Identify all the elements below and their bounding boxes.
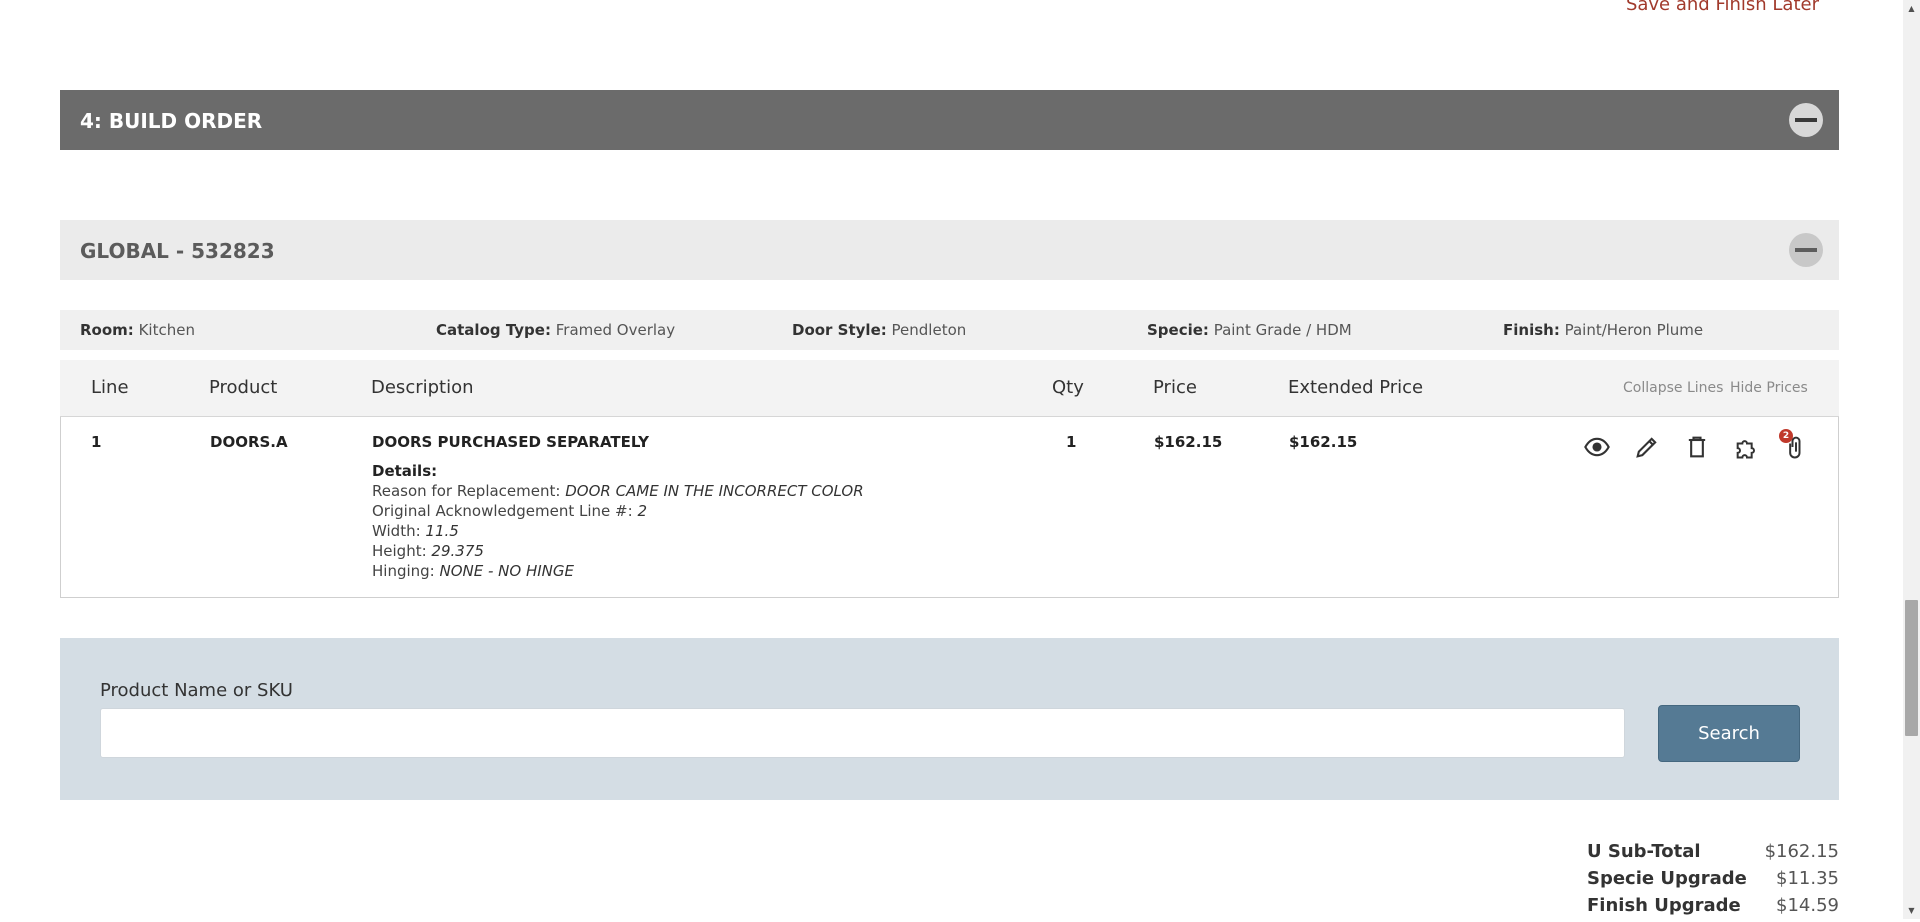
row-details: Details: Reason for Replacement: DOOR CA…	[372, 461, 864, 581]
door-style-info: Door Style: Pendleton	[792, 321, 966, 339]
collapse-lines-link[interactable]: Collapse Lines	[1623, 380, 1723, 396]
group-section-header[interactable]: GLOBAL - 532823	[60, 220, 1839, 280]
minus-icon	[1795, 118, 1817, 122]
room-info: Room: Kitchen	[80, 321, 195, 339]
order-table-header: Line Product Description Qty Price Exten…	[60, 360, 1839, 417]
specie-info: Specie: Paint Grade / HDM	[1147, 321, 1352, 339]
delete-trash-icon[interactable]	[1683, 433, 1711, 461]
specie-label: Specie:	[1147, 321, 1209, 339]
row-extended-price: $162.15	[1289, 433, 1358, 451]
detail-line: Original Acknowledgement Line #: 2	[372, 502, 647, 520]
product-search-panel: Product Name or SKU Search	[60, 638, 1839, 800]
view-icon[interactable]	[1583, 433, 1611, 461]
specie-value: Paint Grade / HDM	[1213, 321, 1352, 339]
group-title: GLOBAL - 532823	[80, 239, 275, 263]
detail-line: Height: 29.375	[372, 542, 484, 560]
finish-value: Paint/Heron Plume	[1564, 321, 1704, 339]
detail-line: Width: 11.5	[372, 522, 459, 540]
row-product: DOORS.A	[210, 433, 288, 451]
catalog-type-value: Framed Overlay	[555, 321, 676, 339]
row-price: $162.15	[1154, 433, 1223, 451]
specie-upgrade-value: $11.35	[1776, 868, 1839, 889]
finish-upgrade-value: $14.59	[1776, 895, 1839, 916]
vertical-scrollbar[interactable]: ▲ ▼	[1903, 0, 1920, 919]
hide-prices-link[interactable]: Hide Prices	[1730, 380, 1808, 396]
row-description: DOORS PURCHASED SEPARATELY	[372, 433, 649, 451]
scroll-down-arrow-icon[interactable]: ▼	[1903, 902, 1920, 919]
catalog-type-info: Catalog Type: Framed Overlay	[436, 321, 675, 339]
row-qty: 1	[1066, 433, 1077, 451]
build-order-section-header[interactable]: 4: BUILD ORDER	[60, 90, 1839, 150]
save-and-finish-later-link[interactable]: Save and Finish Later	[1626, 0, 1819, 15]
room-label: Room:	[80, 321, 134, 339]
finish-upgrade-row: Finish Upgrade $14.59	[1587, 895, 1839, 922]
scroll-up-arrow-icon[interactable]: ▲	[1903, 0, 1920, 17]
col-price: Price	[1153, 377, 1197, 398]
order-totals: U Sub-Total $162.15 Specie Upgrade $11.3…	[1587, 841, 1839, 922]
specie-upgrade-label: Specie Upgrade	[1587, 868, 1747, 889]
room-value: Kitchen	[138, 321, 195, 339]
col-description: Description	[371, 377, 474, 398]
door-style-value: Pendleton	[891, 321, 967, 339]
detail-line: Hinging: NONE - NO HINGE	[372, 562, 574, 580]
finish-label: Finish:	[1503, 321, 1560, 339]
subtotal-value: $162.15	[1764, 841, 1839, 862]
finish-info: Finish: Paint/Heron Plume	[1503, 321, 1703, 339]
table-row: 1 DOORS.A DOORS PURCHASED SEPARATELY 1 $…	[60, 417, 1839, 598]
specie-upgrade-row: Specie Upgrade $11.35	[1587, 868, 1839, 895]
attachment-count-badge: 2	[1779, 429, 1793, 443]
col-qty: Qty	[1052, 377, 1084, 398]
subtotal-label: U Sub-Total	[1587, 841, 1701, 862]
product-search-input[interactable]	[100, 708, 1625, 758]
col-product: Product	[209, 377, 278, 398]
attachment-paperclip-icon[interactable]: 2	[1779, 429, 1810, 461]
edit-pencil-icon[interactable]	[1633, 433, 1661, 461]
catalog-type-label: Catalog Type:	[436, 321, 551, 339]
minus-icon	[1795, 248, 1817, 252]
search-label: Product Name or SKU	[100, 680, 293, 701]
col-line: Line	[91, 377, 129, 398]
scrollbar-thumb[interactable]	[1905, 600, 1918, 736]
build-order-title: 4: BUILD ORDER	[80, 109, 263, 133]
collapse-build-order-button[interactable]	[1789, 103, 1823, 137]
collapse-group-button[interactable]	[1789, 233, 1823, 267]
row-line: 1	[91, 433, 102, 451]
puzzle-icon[interactable]	[1733, 433, 1761, 461]
finish-upgrade-label: Finish Upgrade	[1587, 895, 1741, 916]
details-label: Details:	[372, 462, 438, 480]
door-style-label: Door Style:	[792, 321, 887, 339]
search-button[interactable]: Search	[1658, 705, 1800, 762]
group-info-bar: Room: Kitchen Catalog Type: Framed Overl…	[60, 310, 1839, 350]
detail-line: Reason for Replacement: DOOR CAME IN THE…	[372, 482, 864, 500]
subtotal-row: U Sub-Total $162.15	[1587, 841, 1839, 868]
col-extended-price: Extended Price	[1288, 377, 1424, 398]
